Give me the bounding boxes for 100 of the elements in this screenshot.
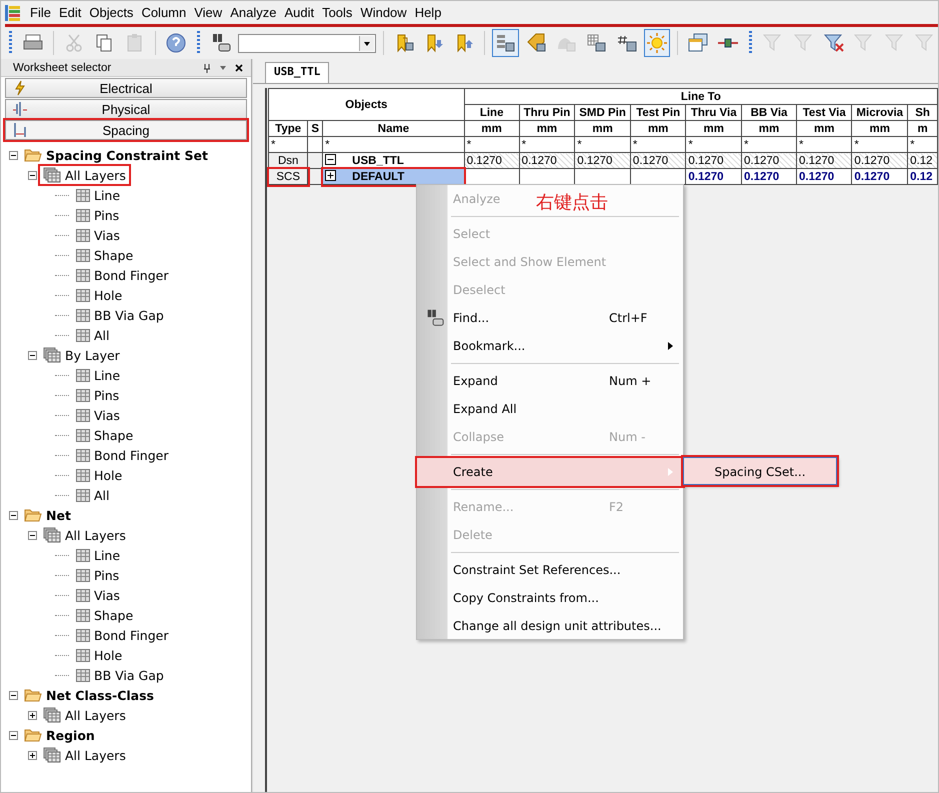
expander-icon[interactable] — [9, 510, 21, 520]
tree-item[interactable]: BB Via Gap — [73, 666, 167, 684]
filter-cell[interactable]: * — [464, 136, 520, 152]
column-header[interactable]: Name — [322, 120, 464, 136]
expander-icon[interactable] — [28, 350, 40, 360]
tree-item[interactable]: Shape — [73, 426, 136, 444]
tree-item[interactable]: Line — [73, 366, 124, 384]
tree-folder[interactable]: Net Class-Class — [21, 686, 158, 704]
expander-icon[interactable] — [28, 710, 40, 720]
worksheet-button[interactable]: Physical — [5, 99, 247, 119]
tree-item[interactable]: Bond Finger — [73, 446, 172, 464]
menu-item[interactable]: Change all design unit attributes... — [453, 619, 662, 633]
column-header[interactable]: Thru Via — [686, 104, 742, 120]
filter-cell[interactable]: * — [630, 136, 686, 152]
tree-item[interactable]: BB Via Gap — [73, 306, 167, 324]
menu-item[interactable]: Column — [137, 5, 190, 20]
worksheet-button[interactable]: Electrical — [5, 78, 247, 98]
menu-item[interactable]: Tools — [318, 5, 356, 20]
column-header[interactable]: Thru Pin — [519, 104, 575, 120]
menu-item[interactable]: Help — [410, 5, 446, 20]
ruler-icon — [12, 101, 28, 117]
column-header[interactable]: Test Pin — [630, 104, 686, 120]
worksheet-tab[interactable]: USB_TTL — [265, 62, 330, 83]
tree-item[interactable]: Bond Finger — [73, 626, 172, 644]
tree-item[interactable]: Hole — [73, 646, 126, 664]
tree-item[interactable]: Pins — [73, 386, 122, 404]
dropdown-icon[interactable] — [219, 64, 227, 70]
column-header[interactable]: SMD Pin — [574, 104, 630, 120]
column-header[interactable]: Type — [268, 120, 308, 136]
tree-item[interactable]: Hole — [73, 286, 126, 304]
menu-item[interactable]: Bookmark... — [453, 339, 526, 353]
tree-item[interactable]: Vias — [73, 586, 123, 604]
tree-folder[interactable]: Region — [21, 726, 98, 744]
tree-item[interactable]: Bond Finger — [73, 266, 172, 284]
list-tool-button[interactable] — [492, 29, 519, 57]
tree-item[interactable]: All Layers — [40, 526, 129, 544]
expander-icon[interactable] — [28, 530, 40, 540]
filter-cell[interactable]: * — [908, 136, 938, 152]
expander-icon[interactable] — [28, 750, 40, 760]
tree-item[interactable]: By Layer — [40, 346, 123, 364]
table-icon — [76, 548, 90, 562]
expander-icon[interactable] — [325, 154, 336, 165]
table-icon — [76, 628, 90, 642]
menu-item[interactable]: View — [190, 5, 226, 20]
column-header[interactable]: Line — [464, 104, 520, 120]
unit-cell: mm — [464, 120, 520, 136]
tree-item[interactable]: All Layers — [40, 746, 129, 764]
menu-item[interactable]: Audit — [280, 5, 318, 20]
tree-folder[interactable]: Net — [21, 506, 74, 524]
menu-item[interactable]: Create — [453, 465, 493, 479]
tree-item[interactable]: Pins — [73, 206, 122, 224]
folder-icon — [24, 688, 42, 702]
tree-folder[interactable]: Spacing Constraint Set — [21, 146, 211, 164]
menu-item[interactable]: Copy Constraints from... — [453, 591, 599, 605]
column-header[interactable]: Sh — [908, 104, 938, 120]
tree-item[interactable]: Line — [73, 186, 124, 204]
layers-icon — [43, 167, 61, 183]
tree-item[interactable]: Shape — [73, 606, 136, 624]
menu-item[interactable]: Constraint Set References... — [453, 563, 621, 577]
tree-item[interactable]: Shape — [73, 246, 136, 264]
tree-item[interactable]: All Layers — [40, 166, 129, 184]
expander-icon[interactable] — [325, 170, 336, 181]
menu-item[interactable]: Analyze — [226, 5, 280, 20]
tree-item[interactable]: Vias — [73, 406, 123, 424]
tree-item[interactable]: All Layers — [40, 706, 129, 724]
menu-item[interactable]: Objects — [85, 5, 138, 20]
filter-cell[interactable]: * — [268, 136, 308, 152]
worksheet-button[interactable]: Spacing — [5, 120, 247, 140]
column-header[interactable]: BB Via — [742, 104, 796, 120]
column-header[interactable]: Test Via — [796, 104, 852, 120]
filter-cell[interactable]: * — [574, 136, 630, 152]
column-header[interactable]: Microvia — [852, 104, 908, 120]
object-name-cell[interactable]: DEFAULT — [322, 168, 464, 184]
table-icon — [76, 608, 90, 622]
filter-cell[interactable]: * — [742, 136, 796, 152]
tree-item[interactable]: Line — [73, 546, 124, 564]
filter-cell[interactable]: * — [519, 136, 575, 152]
menu-item[interactable]: Edit — [54, 5, 86, 20]
expander-icon[interactable] — [9, 690, 21, 700]
filter-cell[interactable]: * — [686, 136, 742, 152]
menu-item[interactable]: Spacing CSet... — [683, 457, 837, 485]
tree-item[interactable]: All — [73, 486, 112, 504]
filter-cell[interactable]: * — [796, 136, 852, 152]
menu-item[interactable]: File — [26, 5, 55, 20]
pin-icon[interactable] — [203, 62, 211, 72]
filter-cell[interactable]: * — [852, 136, 908, 152]
tree-item[interactable]: All — [73, 326, 112, 344]
close-icon[interactable] — [235, 64, 243, 72]
menu-item[interactable]: Find... — [453, 311, 490, 325]
expander-icon[interactable] — [28, 170, 40, 180]
expander-icon[interactable] — [9, 150, 21, 160]
filter-cell[interactable]: * — [322, 136, 464, 152]
tree-item[interactable]: Hole — [73, 466, 126, 484]
expander-icon[interactable] — [9, 730, 21, 740]
tag-icon — [524, 32, 547, 54]
menu-item[interactable]: Window — [356, 5, 411, 20]
tree-item[interactable]: Vias — [73, 226, 123, 244]
menu-item[interactable]: Expand — [453, 374, 498, 388]
tree-item[interactable]: Pins — [73, 566, 122, 584]
menu-item[interactable]: Expand All — [453, 402, 517, 416]
